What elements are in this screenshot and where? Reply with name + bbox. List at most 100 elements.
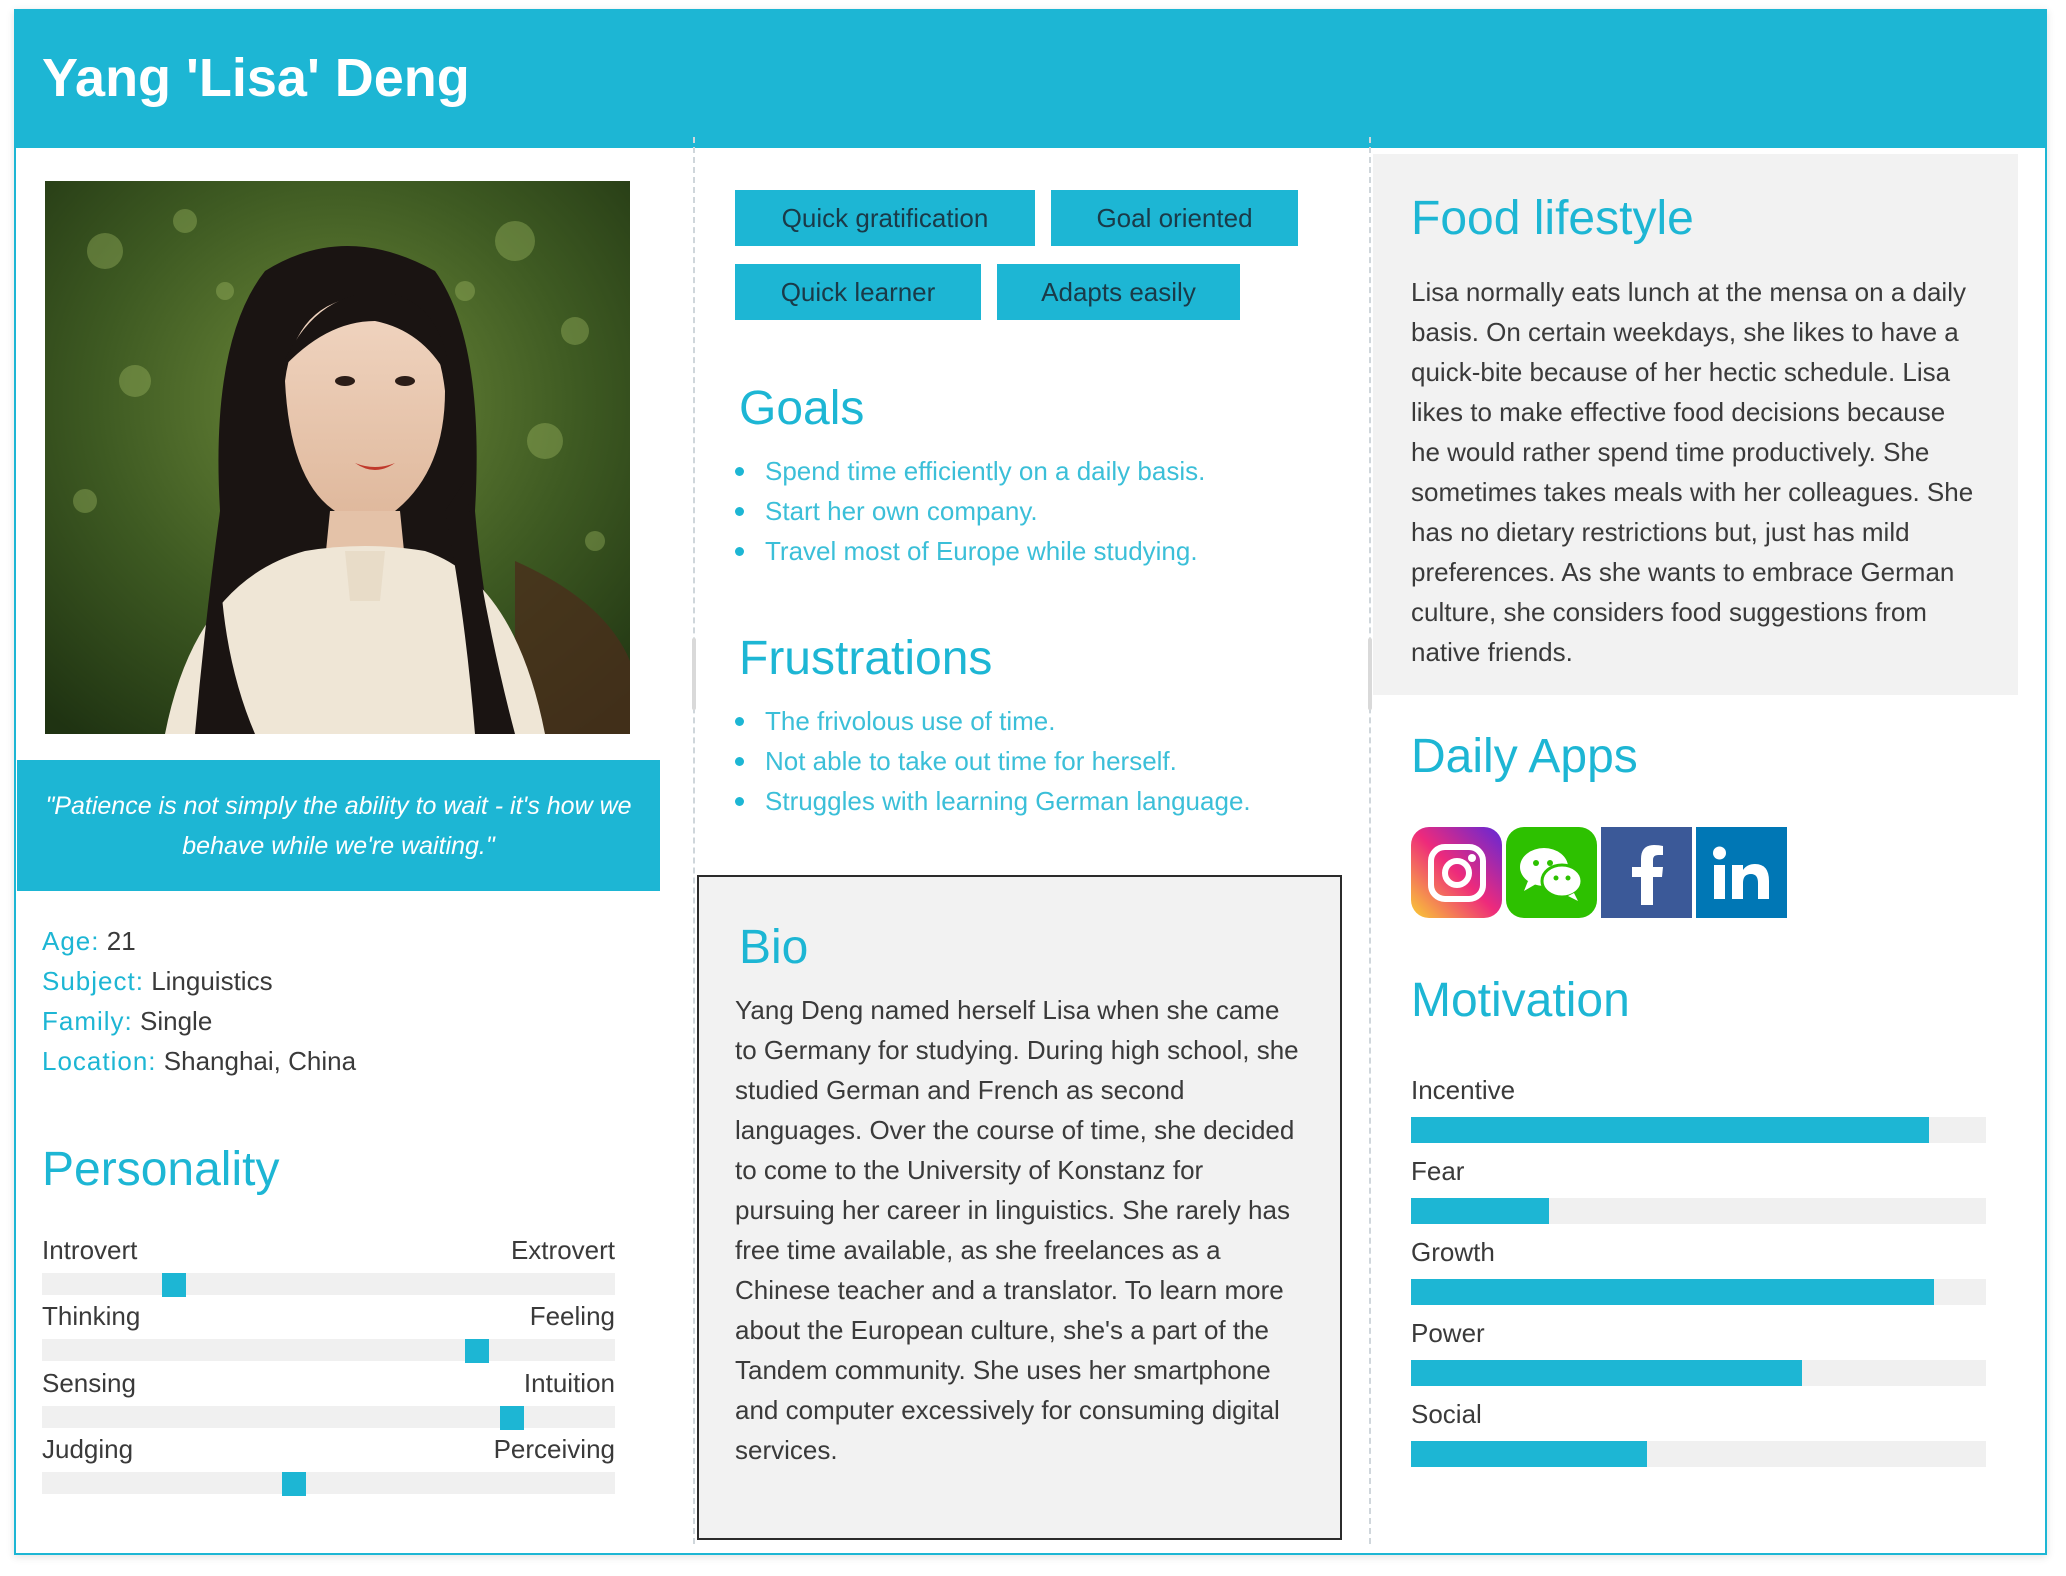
trait-slider-track xyxy=(42,1472,615,1496)
bio-line: about the European culture, she's a part… xyxy=(735,1315,1269,1345)
trait-right-label: Extrovert xyxy=(510,1235,615,1265)
food-line: culture, she considers food suggestions … xyxy=(1411,597,1927,627)
fact-subject: Subject: Linguistics xyxy=(42,961,356,1001)
fact-label: Subject: xyxy=(42,966,144,996)
trait-slider-knob[interactable] xyxy=(465,1339,490,1363)
food-line: native friends. xyxy=(1411,637,1573,667)
fact-age: Age: 21 xyxy=(42,921,356,961)
linkedin-icon[interactable] xyxy=(1696,827,1787,918)
trait-introvert-extrovert: Introvert Extrovert xyxy=(42,1235,615,1297)
food-line: sometimes takes meals with her colleague… xyxy=(1411,477,1974,507)
fact-value: Shanghai, China xyxy=(163,1046,357,1076)
facebook-icon[interactable] xyxy=(1601,827,1692,918)
motivation-bar-fear xyxy=(1411,1198,1986,1224)
food-lifestyle-title: Food lifestyle xyxy=(1411,192,1694,245)
frustration-item: Struggles with learning German language. xyxy=(735,781,1251,821)
food-lifestyle-text: Lisa normally eats lunch at the mensa on… xyxy=(1411,272,1973,672)
motivation-bar-growth xyxy=(1411,1279,1986,1305)
motivation-label-power: Power xyxy=(1411,1318,1485,1348)
bio-line: and computer excessively for consuming d… xyxy=(735,1395,1280,1425)
fact-value: Linguistics xyxy=(151,966,273,996)
trait-right-label: Perceiving xyxy=(493,1434,615,1464)
daily-apps-row xyxy=(1411,827,1787,919)
bio-line: services. xyxy=(735,1435,838,1465)
trait-left-label: Thinking xyxy=(42,1301,141,1331)
motivation-bar-power xyxy=(1411,1360,1986,1386)
tag-goal-oriented: Goal oriented xyxy=(1051,190,1298,246)
tag-quick-gratification: Quick gratification xyxy=(735,190,1035,246)
trait-slider-knob[interactable] xyxy=(161,1273,186,1297)
resize-handle-1[interactable] xyxy=(692,638,696,710)
trait-judging-perceiving: Judging Perceiving xyxy=(42,1434,615,1496)
trait-thinking-feeling: Thinking Feeling xyxy=(42,1301,615,1363)
tag-adapts-easily: Adapts easily xyxy=(997,264,1240,320)
fact-value: 21 xyxy=(106,926,136,956)
instagram-icon[interactable] xyxy=(1411,827,1502,918)
motivation-bar-social xyxy=(1411,1441,1986,1467)
persona-quote: "Patience is not simply the ability to w… xyxy=(17,760,660,891)
persona-facts: Age: 21 Subject: Linguistics Family: Sin… xyxy=(42,921,356,1081)
motivation-label-fear: Fear xyxy=(1411,1156,1465,1186)
goal-item: Start her own company. xyxy=(735,491,1205,531)
food-line: preferences. As she wants to embrace Ger… xyxy=(1411,557,1955,587)
fact-label: Family: xyxy=(42,1006,133,1036)
goals-title: Goals xyxy=(739,382,865,435)
bio-line: Tandem community. She uses her smartphon… xyxy=(735,1355,1271,1385)
frustration-item: Not able to take out time for herself. xyxy=(735,741,1251,781)
bio-line: pursuing her career in linguistics. She … xyxy=(735,1195,1290,1225)
motivation-label-incentive: Incentive xyxy=(1411,1075,1516,1105)
trait-slider-knob[interactable] xyxy=(282,1472,307,1496)
food-line: Lisa normally eats lunch at the mensa on… xyxy=(1411,277,1966,307)
column-divider-1 xyxy=(693,137,695,1544)
food-line: likes to make effective food decisions b… xyxy=(1411,397,1946,427)
goal-item: Spend time efficiently on a daily basis. xyxy=(735,451,1205,491)
bio-line: to come to the University of Konstanz fo… xyxy=(735,1155,1204,1185)
header-bar: Yang 'Lisa' Deng xyxy=(16,11,2045,148)
motivation-label-growth: Growth xyxy=(1411,1237,1495,1267)
motivation-bar-fill xyxy=(1411,1117,1929,1143)
bio-line: languages. Over the course of time, she … xyxy=(735,1115,1295,1145)
daily-apps-title: Daily Apps xyxy=(1411,730,1638,783)
column-divider-2 xyxy=(1369,137,1371,1544)
personality-title: Personality xyxy=(42,1143,280,1196)
motivation-bar-fill xyxy=(1411,1441,1647,1467)
frustration-item: The frivolous use of time. xyxy=(735,701,1251,741)
goal-item: Travel most of Europe while studying. xyxy=(735,531,1205,571)
trait-left-label: Sensing xyxy=(42,1368,136,1398)
bio-text: Yang Deng named herself Lisa when she ca… xyxy=(735,990,1299,1470)
bio-line: studied German and French as second xyxy=(735,1075,1185,1105)
bio-title: Bio xyxy=(739,921,809,974)
motivation-bar-fill xyxy=(1411,1279,1935,1305)
bio-line: free time available, as she freelances a… xyxy=(735,1235,1221,1265)
resize-handle-2[interactable] xyxy=(1368,638,1372,710)
bio-line: Yang Deng named herself Lisa when she ca… xyxy=(735,995,1280,1025)
persona-name: Yang 'Lisa' Deng xyxy=(42,48,470,108)
food-line: basis. On certain weekdays, she likes to… xyxy=(1411,317,1959,347)
fact-label: Age: xyxy=(42,926,100,956)
motivation-title: Motivation xyxy=(1411,974,1630,1027)
fact-location: Location: Shanghai, China xyxy=(42,1041,356,1081)
trait-left-label: Judging xyxy=(42,1434,134,1464)
food-line: quick-bite because of her hectic schedul… xyxy=(1411,357,1951,387)
trait-sensing-intuition: Sensing Intuition xyxy=(42,1368,615,1430)
frustrations-list: The frivolous use of time. Not able to t… xyxy=(735,701,1251,821)
food-line: has no dietary restrictions but, just ha… xyxy=(1411,517,1910,547)
bio-line: to Germany for studying. During high sch… xyxy=(735,1035,1299,1065)
wechat-icon[interactable] xyxy=(1506,827,1597,918)
motivation-bar-fill xyxy=(1411,1360,1802,1386)
bio-line: Chinese teacher and a translator. To lea… xyxy=(735,1275,1284,1305)
fact-label: Location: xyxy=(42,1046,157,1076)
motivation-label-social: Social xyxy=(1411,1399,1482,1429)
trait-slider-track xyxy=(42,1339,615,1363)
trait-right-label: Feeling xyxy=(529,1301,615,1331)
motivation-bar-fill xyxy=(1411,1198,1549,1224)
frustrations-title: Frustrations xyxy=(739,632,993,685)
trait-slider-track xyxy=(42,1406,615,1430)
trait-left-label: Introvert xyxy=(42,1235,138,1265)
persona-photo xyxy=(45,181,630,734)
tag-quick-learner: Quick learner xyxy=(735,264,981,320)
trait-right-label: Intuition xyxy=(523,1368,615,1398)
fact-value: Single xyxy=(140,1006,213,1036)
trait-slider-knob[interactable] xyxy=(499,1406,524,1430)
food-line: he would rather spend time productively.… xyxy=(1411,437,1930,467)
